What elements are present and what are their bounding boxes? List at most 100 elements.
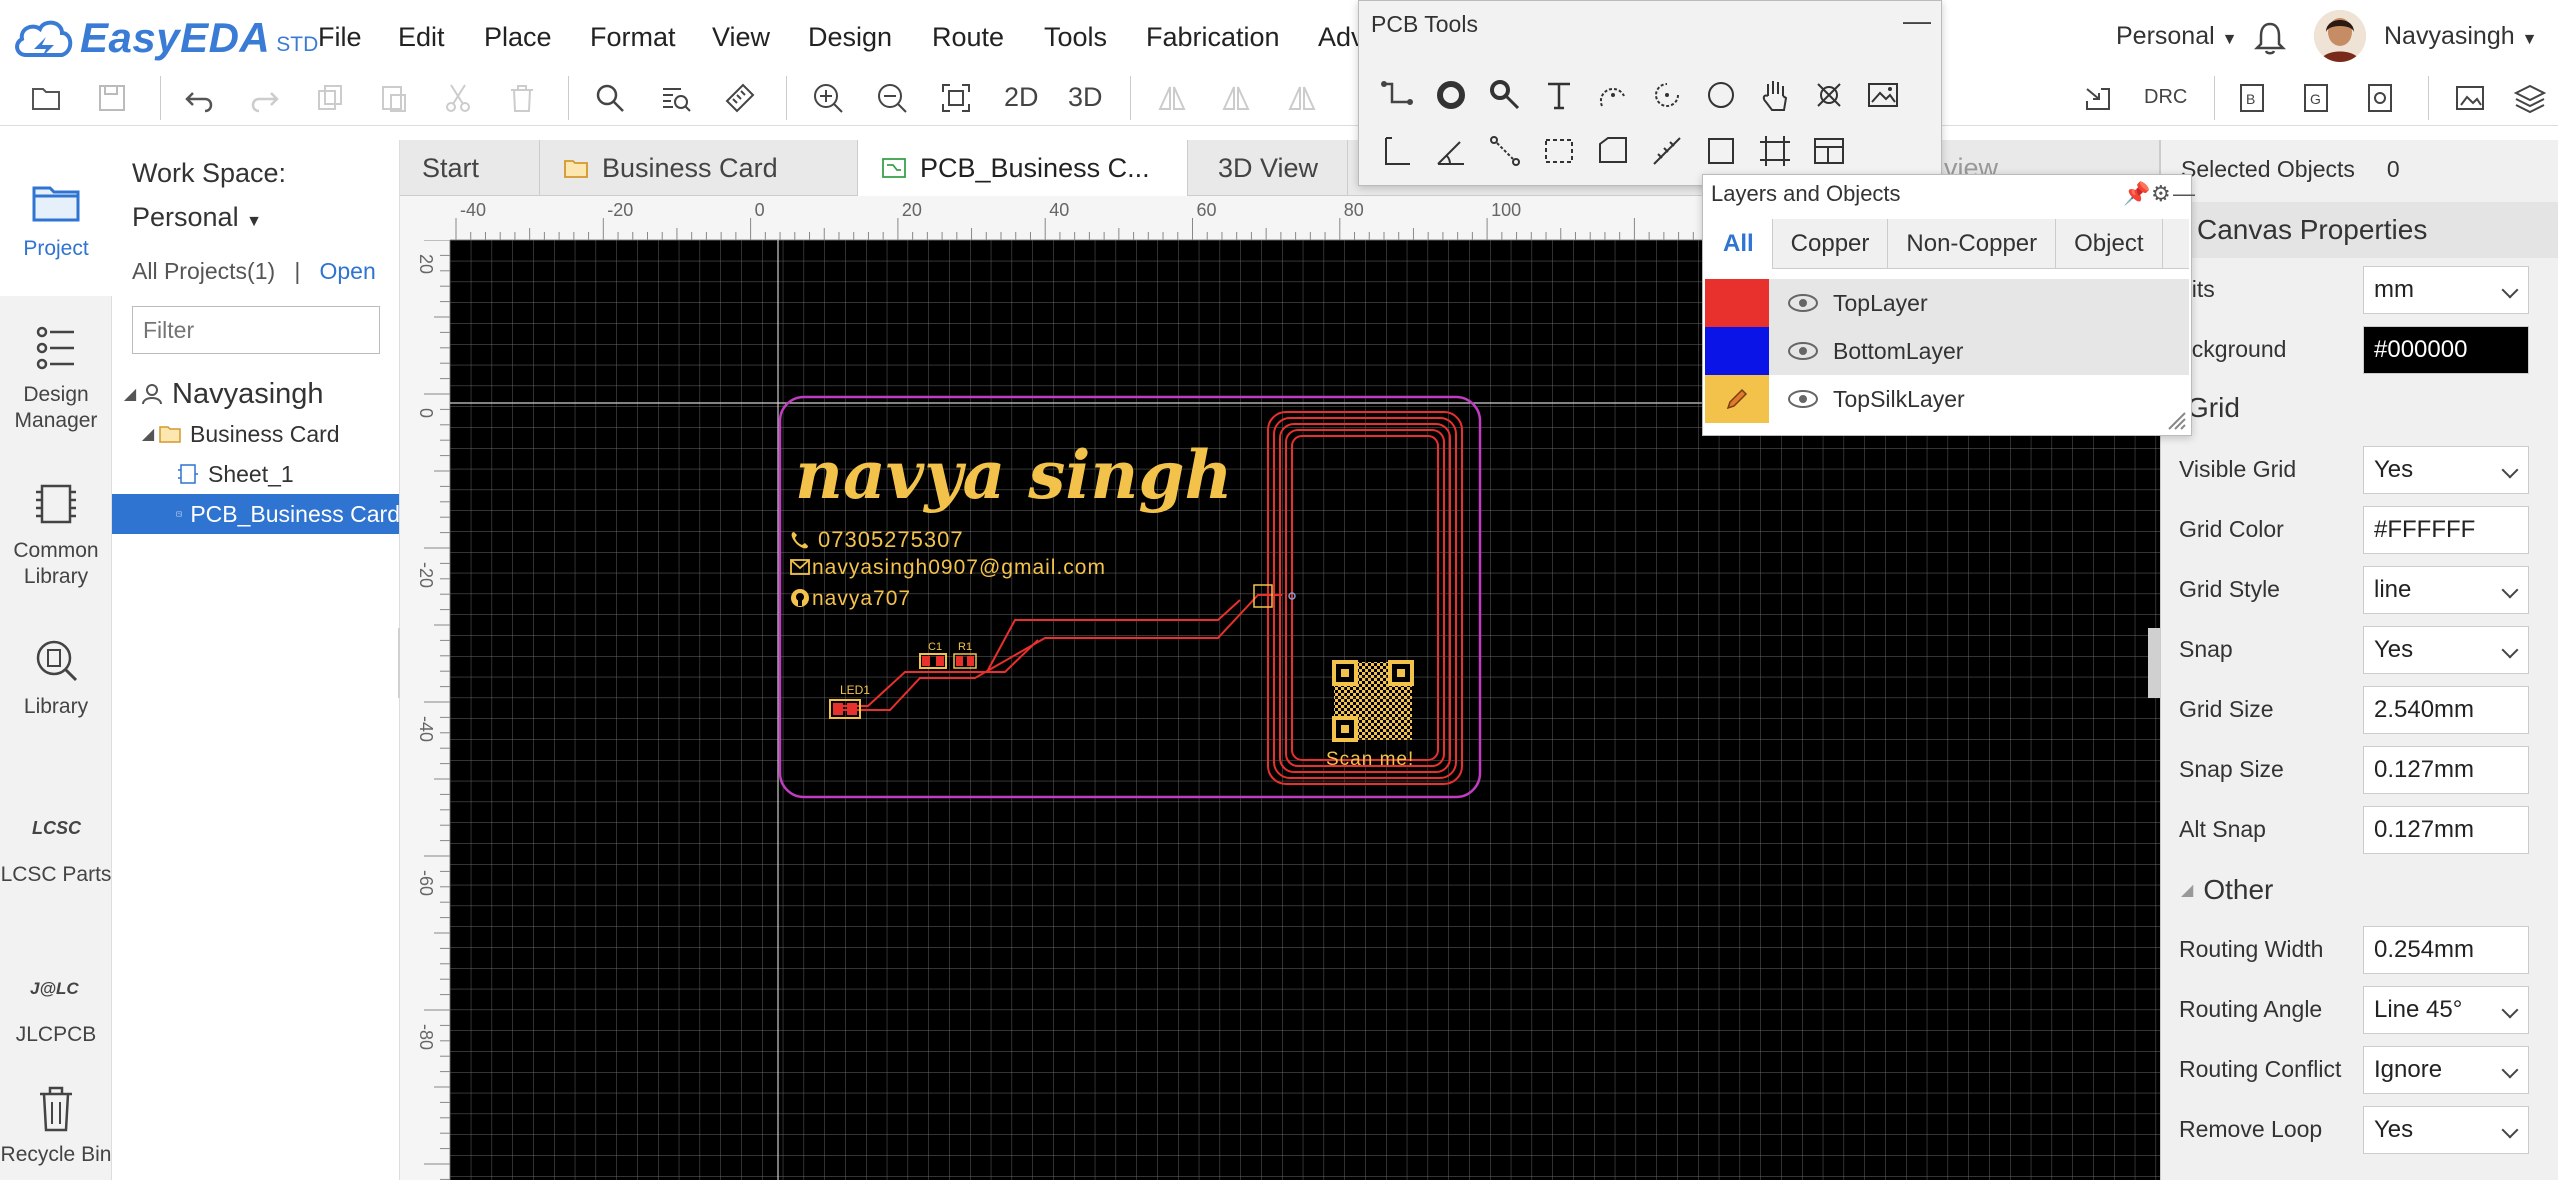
tab-3d-view[interactable]: 3D View bbox=[1188, 140, 1348, 196]
tree-pcb[interactable]: PCB_Business Card bbox=[112, 494, 399, 534]
bom-icon[interactable]: B bbox=[2232, 78, 2272, 118]
menu-edit[interactable]: Edit bbox=[398, 22, 445, 53]
grid-section-header[interactable]: Grid bbox=[2161, 380, 2558, 436]
view-3d-button[interactable]: 3D bbox=[1068, 82, 1103, 113]
nav-lcsc-parts[interactable]: LCSC LCSC Parts bbox=[0, 800, 112, 888]
workspace-dropdown[interactable]: Personal ▼ bbox=[132, 202, 262, 233]
filter-input[interactable] bbox=[132, 306, 380, 354]
zoom-out-icon[interactable] bbox=[872, 78, 912, 118]
pcb-github-silk[interactable]: navya707 bbox=[812, 587, 911, 610]
text-tool-icon[interactable] bbox=[1537, 73, 1581, 117]
connect-pad-icon[interactable] bbox=[1483, 129, 1527, 173]
pcb-name-silk[interactable]: navya singh bbox=[795, 436, 1233, 514]
tab-business-card[interactable]: Business Card bbox=[540, 140, 858, 196]
rect-select-icon[interactable] bbox=[1537, 129, 1581, 173]
menu-file[interactable]: File bbox=[318, 22, 362, 53]
bell-icon[interactable] bbox=[2252, 20, 2288, 56]
search-icon[interactable] bbox=[590, 78, 630, 118]
grid-size-field[interactable]: 2.540mm bbox=[2363, 686, 2529, 734]
tab-pcb-business-card[interactable]: PCB_Business C... bbox=[858, 140, 1188, 196]
nav-common-library[interactable]: Common Library bbox=[0, 476, 112, 590]
tree-user[interactable]: ◢ Navyasingh bbox=[112, 374, 399, 414]
avatar[interactable] bbox=[2314, 10, 2366, 62]
rectangle-tool-icon[interactable] bbox=[1699, 129, 1743, 173]
minimize-icon[interactable]: — bbox=[2173, 181, 2195, 207]
grid-style-select[interactable]: line bbox=[2363, 566, 2529, 614]
menu-format[interactable]: Format bbox=[590, 22, 676, 53]
units-select[interactable]: mm bbox=[2363, 266, 2529, 314]
nav-library[interactable]: Library bbox=[0, 632, 112, 720]
open-link[interactable]: Open bbox=[319, 258, 375, 284]
menu-fabrication[interactable]: Fabrication bbox=[1146, 22, 1280, 53]
qr-code[interactable] bbox=[1332, 660, 1414, 742]
layer-row-topsilklayer[interactable]: TopSilkLayer bbox=[1705, 375, 2189, 423]
eye-icon[interactable] bbox=[1783, 387, 1823, 411]
routing-conflict-select[interactable]: Ignore bbox=[2363, 1046, 2529, 1094]
visible-grid-select[interactable]: Yes bbox=[2363, 446, 2529, 494]
workspace-select[interactable]: Personal ▼ bbox=[2116, 22, 2237, 51]
flip-horizontal-icon[interactable] bbox=[1216, 78, 1256, 118]
cut-icon[interactable] bbox=[438, 78, 478, 118]
layer-row-bottomlayer[interactable]: BottomLayer bbox=[1705, 327, 2189, 375]
layout-tool-icon[interactable] bbox=[1807, 129, 1851, 173]
save-icon[interactable] bbox=[92, 78, 132, 118]
menu-place[interactable]: Place bbox=[484, 22, 552, 53]
board-outline-tool-icon[interactable] bbox=[1591, 129, 1635, 173]
nav-project[interactable]: Project bbox=[0, 140, 112, 296]
image-tool-icon[interactable] bbox=[1861, 73, 1905, 117]
layers-tab-copper[interactable]: Copper bbox=[1773, 219, 1889, 269]
fit-view-icon[interactable] bbox=[936, 78, 976, 118]
alt-snap-field[interactable]: 0.127mm bbox=[2363, 806, 2529, 854]
canvas-properties-header[interactable]: Canvas Properties bbox=[2161, 202, 2558, 258]
gear-icon[interactable]: ⚙ bbox=[2151, 181, 2171, 207]
via-tool-icon[interactable] bbox=[1483, 73, 1527, 117]
export-image-icon[interactable] bbox=[2450, 78, 2490, 118]
layers-tab-object[interactable]: Object bbox=[2056, 219, 2163, 269]
nav-design-manager[interactable]: Design Manager bbox=[0, 320, 112, 434]
zoom-in-icon[interactable] bbox=[808, 78, 848, 118]
pick-place-icon[interactable] bbox=[2360, 78, 2400, 118]
copy-icon[interactable] bbox=[310, 78, 350, 118]
routing-angle-select[interactable]: Line 45° bbox=[2363, 986, 2529, 1034]
find-list-icon[interactable] bbox=[656, 78, 696, 118]
import-icon[interactable] bbox=[2078, 78, 2118, 118]
username-menu[interactable]: Navyasingh ▼ bbox=[2384, 22, 2537, 51]
tree-sheet[interactable]: Sheet_1 bbox=[112, 454, 399, 494]
eye-icon[interactable] bbox=[1783, 291, 1823, 315]
dimension-tool-icon[interactable] bbox=[1375, 129, 1419, 173]
flip-icon[interactable] bbox=[1152, 78, 1192, 118]
caret-down-icon[interactable]: ◢ bbox=[138, 424, 158, 444]
layer-color-swatch[interactable] bbox=[1705, 327, 1769, 375]
snap-select[interactable]: Yes bbox=[2363, 626, 2529, 674]
easyeda-logo[interactable]: EasyEDA STD bbox=[12, 8, 318, 68]
caret-down-icon[interactable]: ◢ bbox=[120, 384, 140, 404]
view-2d-button[interactable]: 2D bbox=[1004, 82, 1039, 113]
layer-row-toplayer[interactable]: TopLayer bbox=[1705, 279, 2189, 327]
gerber-icon[interactable]: G bbox=[2296, 78, 2336, 118]
layer-color-swatch[interactable] bbox=[1705, 279, 1769, 327]
undo-icon[interactable] bbox=[180, 78, 220, 118]
nav-recycle-bin[interactable]: Recycle Bin bbox=[0, 1080, 112, 1168]
minimize-icon[interactable]: — bbox=[1903, 5, 1931, 37]
qr-caption-silk[interactable]: Scan me! bbox=[1326, 749, 1414, 770]
pad-tool-icon[interactable] bbox=[1429, 73, 1473, 117]
layers-tab-non-copper[interactable]: Non-Copper bbox=[1888, 219, 2057, 269]
right-panel-collapse-handle[interactable] bbox=[2148, 628, 2160, 698]
center-arc-tool-icon[interactable] bbox=[1645, 73, 1689, 117]
menu-route[interactable]: Route bbox=[932, 22, 1004, 53]
other-section-header[interactable]: ◢ Other bbox=[2161, 862, 2558, 918]
layers-icon[interactable] bbox=[2510, 78, 2550, 118]
layers-tab-all[interactable]: All bbox=[1705, 219, 1773, 269]
track-tool-icon[interactable] bbox=[1375, 73, 1419, 117]
pcb-email-silk[interactable]: navyasingh0907@gmail.com bbox=[812, 556, 1106, 579]
arc-tool-icon[interactable] bbox=[1591, 73, 1635, 117]
background-color-field[interactable]: #000000 bbox=[2363, 326, 2529, 374]
pin-icon[interactable]: 📌 bbox=[2123, 181, 2150, 207]
ruler-measure-icon[interactable] bbox=[720, 78, 760, 118]
grid-color-field[interactable]: #FFFFFF bbox=[2363, 506, 2529, 554]
eye-icon[interactable] bbox=[1783, 339, 1823, 363]
layer-color-swatch[interactable] bbox=[1705, 375, 1769, 423]
pcb-phone-silk[interactable]: 07305275307 bbox=[818, 527, 964, 552]
routing-width-field[interactable]: 0.254mm bbox=[2363, 926, 2529, 974]
redo-icon[interactable] bbox=[244, 78, 284, 118]
